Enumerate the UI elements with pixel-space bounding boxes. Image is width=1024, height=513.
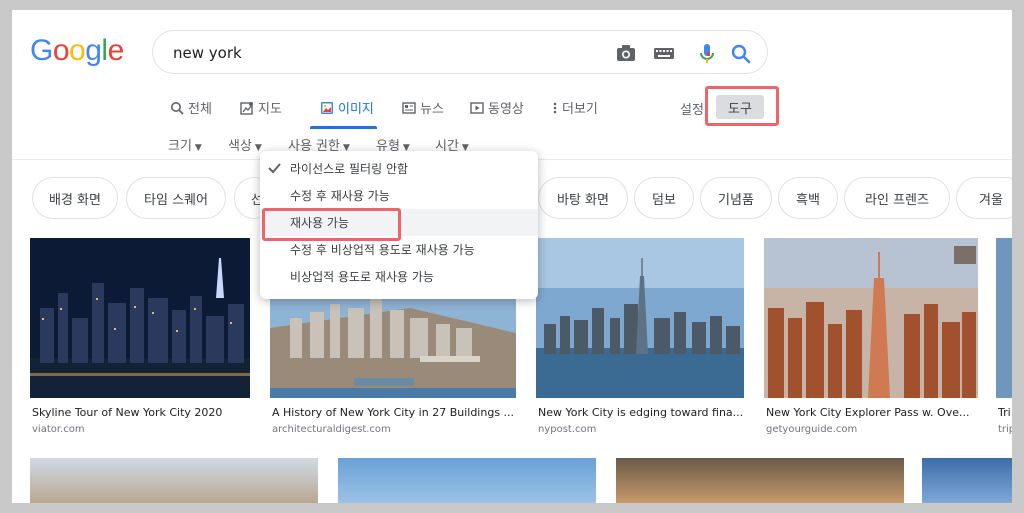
- filter-size[interactable]: 크기 ▼: [168, 135, 202, 154]
- result-domain: getyourguide.com: [766, 424, 858, 435]
- result-image[interactable]: [922, 458, 1012, 503]
- tab-all[interactable]: 전체: [170, 98, 212, 117]
- related-chip[interactable]: 바탕 화면: [538, 177, 628, 219]
- result-domain: nypost.com: [538, 424, 597, 435]
- more-icon: [553, 102, 557, 113]
- related-chip[interactable]: 덤보: [634, 177, 694, 219]
- result-domain: viator.com: [32, 424, 85, 435]
- search-input[interactable]: [171, 42, 595, 64]
- search-icon: [171, 101, 184, 115]
- result-image[interactable]: [996, 238, 1012, 398]
- news-icon: [402, 101, 416, 114]
- keyboard-icon[interactable]: [653, 43, 675, 63]
- filter-color[interactable]: 색상 ▼: [228, 135, 262, 154]
- result-domain: trip: [998, 424, 1012, 435]
- related-chip[interactable]: 흑백: [778, 177, 838, 219]
- tools-highlight-box: [705, 86, 779, 126]
- menu-item-no-filter[interactable]: 라이선스로 필터링 안함: [260, 155, 538, 182]
- camera-icon[interactable]: [615, 43, 637, 63]
- image-icon: [321, 101, 333, 114]
- result-domain: architecturaldigest.com: [272, 424, 391, 435]
- result-caption[interactable]: New York City is edging toward fina...: [538, 406, 744, 419]
- search-icon[interactable]: [730, 43, 752, 64]
- result-caption[interactable]: Tri: [998, 406, 1012, 419]
- related-chip[interactable]: 겨울: [956, 177, 1012, 219]
- related-chip[interactable]: 라인 프렌즈: [844, 177, 950, 219]
- caret-down-icon: ▼: [194, 143, 202, 153]
- result-caption[interactable]: A History of New York City in 27 Buildin…: [272, 406, 514, 419]
- related-chip[interactable]: 기념품: [700, 177, 772, 219]
- search-box: [152, 30, 768, 74]
- tab-more[interactable]: 더보기: [552, 98, 598, 117]
- browser-frame: Google 전체 지도 이미지 뉴스: [12, 10, 1012, 503]
- video-icon: [470, 101, 484, 114]
- result-image[interactable]: [616, 458, 904, 503]
- active-tab-indicator: [310, 126, 377, 129]
- result-caption[interactable]: New York City Explorer Pass w. Ove...: [766, 406, 978, 419]
- tab-videos[interactable]: 동영상: [470, 98, 524, 117]
- result-image[interactable]: [30, 238, 250, 398]
- result-caption[interactable]: Skyline Tour of New York City 2020: [32, 406, 252, 419]
- settings-link[interactable]: 설정: [680, 99, 704, 118]
- menu-item-reuse-with-modification[interactable]: 수정 후 재사용 가능: [260, 182, 538, 209]
- reuse-highlight-box: [262, 208, 401, 241]
- tab-maps[interactable]: 지도: [240, 98, 282, 117]
- result-image[interactable]: [764, 238, 978, 398]
- google-logo[interactable]: Google: [30, 34, 124, 68]
- related-chip[interactable]: 타임 스퀘어: [126, 177, 226, 219]
- result-image[interactable]: [30, 458, 318, 503]
- microphone-icon[interactable]: [696, 43, 718, 63]
- checkmark-icon: [268, 163, 281, 174]
- result-image[interactable]: [338, 458, 596, 503]
- tab-news[interactable]: 뉴스: [402, 98, 444, 117]
- tab-images[interactable]: 이미지: [320, 98, 374, 117]
- related-chip[interactable]: 배경 화면: [32, 177, 118, 219]
- menu-item-noncommercial-reuse[interactable]: 비상업적 용도로 재사용 가능: [260, 263, 538, 290]
- map-icon: [240, 101, 253, 115]
- result-image[interactable]: [536, 238, 744, 398]
- caret-down-icon: ▼: [254, 143, 262, 153]
